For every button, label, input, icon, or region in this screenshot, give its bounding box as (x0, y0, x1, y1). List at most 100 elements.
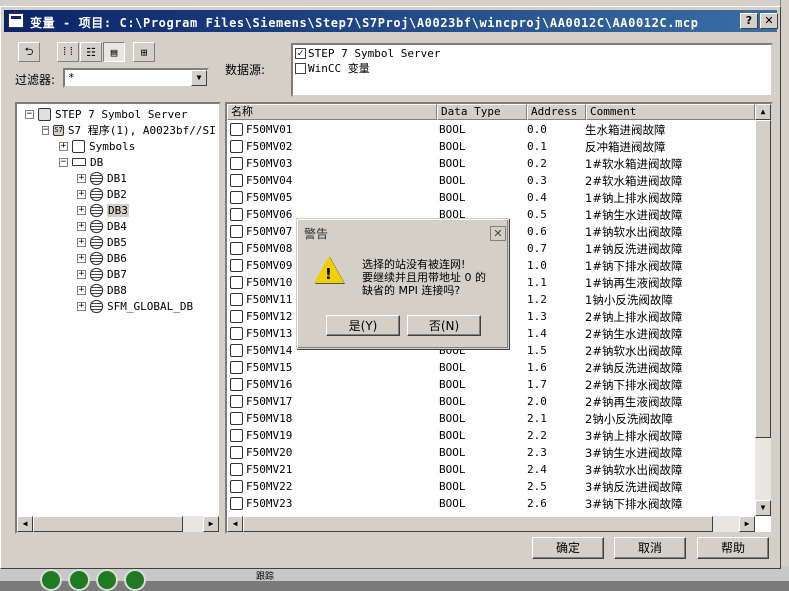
table-row[interactable]: F50MV20 BOOL 2.3 3#钠生水进阀故障 (227, 444, 753, 461)
cancel-button[interactable]: 取消 (614, 537, 686, 559)
cell-comment: 1#钠反洗进阀故障 (585, 241, 683, 256)
table-row[interactable]: F50MV05 BOOL 0.4 1#钠上排水阀故障 (227, 189, 753, 206)
scroll-down-button[interactable]: ▼ (755, 500, 771, 516)
dialog-title-bar[interactable]: 警告 ✕ (300, 222, 507, 244)
tree-node-db7[interactable]: + DB7 (25, 266, 215, 282)
scroll-thumb[interactable] (33, 516, 183, 532)
tree-node-label: DB (90, 155, 104, 169)
chevron-down-icon: ▼ (196, 73, 202, 82)
table-row[interactable]: F50MV16 BOOL 1.7 2#钠下排水阀故障 (227, 376, 753, 393)
tree-node-label: Symbols (89, 139, 136, 153)
expand-icon[interactable]: + (77, 269, 86, 279)
expand-icon[interactable]: + (59, 141, 68, 151)
table-row[interactable]: F50MV19 BOOL 2.2 3#钠上排水阀故障 (227, 427, 753, 444)
ok-button[interactable]: 确定 (532, 537, 604, 559)
expand-icon[interactable]: + (77, 253, 86, 263)
tree-node-root[interactable]: − STEP 7 Symbol Server (25, 106, 215, 122)
table-vertical-scrollbar[interactable]: ▲ ▼ (755, 104, 771, 516)
column-header-datatype[interactable]: Data Type (437, 104, 527, 120)
tree-node-db1[interactable]: + DB1 (25, 170, 215, 186)
checkbox-unchecked-icon[interactable] (295, 62, 306, 74)
table-row[interactable]: F50MV03 BOOL 0.2 1#软水箱进阀故障 (227, 155, 753, 172)
help-title-button[interactable]: ? (740, 13, 758, 29)
help-button[interactable]: 帮助 (697, 537, 769, 559)
table-row[interactable]: F50MV22 BOOL 2.5 3#钠反洗进阀故障 (227, 478, 753, 495)
details-view-button[interactable]: ▤ (103, 42, 125, 62)
dialog-message: 选择的站没有被连网! 要继续并且用带地址 0 的 缺省的 MPI 连接吗? (362, 258, 486, 297)
table-horizontal-scrollbar[interactable]: ◀ ▶ (227, 516, 755, 532)
collapse-icon[interactable]: − (25, 109, 34, 119)
expand-icon[interactable]: + (77, 285, 86, 295)
column-header-address[interactable]: Address (527, 104, 586, 120)
scroll-left-button[interactable]: ◀ (227, 516, 243, 532)
table-row[interactable]: F50MV17 BOOL 2.0 2#钠再生液阀故障 (227, 393, 753, 410)
table-row[interactable]: F50MV15 BOOL 1.6 2#钠反洗进阀故障 (227, 359, 753, 376)
expand-icon[interactable]: + (77, 205, 86, 215)
properties-button[interactable]: ⊞ (133, 42, 155, 62)
tree-node-program[interactable]: − S7 S7 程序(1), A0023bf//SI (25, 122, 216, 138)
scroll-left-button[interactable]: ◀ (17, 516, 33, 532)
tree-horizontal-scrollbar[interactable]: ◀ ▶ (17, 516, 219, 532)
cell-address: 1.7 (527, 378, 547, 391)
large-icons-view-button[interactable]: ⁞⁞ (57, 42, 79, 62)
tree-node-db5[interactable]: + DB5 (25, 234, 215, 250)
tree-node-sfm[interactable]: + SFM_GLOBAL_DB (25, 298, 215, 314)
data-block-icon (90, 187, 103, 201)
tag-name: F50MV07 (246, 225, 293, 238)
cell-address: 0.0 (527, 123, 547, 136)
datasource-item-wincc[interactable]: WinCC 变量 (295, 60, 370, 76)
arrow-up-icon: ▲ (760, 107, 766, 116)
scroll-right-button[interactable]: ▶ (739, 516, 755, 532)
tree-node-db[interactable]: − DB (25, 154, 215, 170)
data-block-icon (90, 235, 103, 249)
cell-name: F50MV04 (227, 174, 435, 187)
table-row[interactable]: F50MV23 BOOL 2.6 3#钠下排水阀故障 (227, 495, 753, 512)
cell-comment: 2#钠生水进阀故障 (585, 326, 683, 341)
collapse-icon[interactable]: − (59, 157, 68, 167)
column-header-comment[interactable]: Comment (586, 104, 755, 120)
cell-address: 1.5 (527, 344, 547, 357)
tag-name: F50MV21 (246, 463, 293, 476)
table-row[interactable]: F50MV21 BOOL 2.4 3#钠软水出阀故障 (227, 461, 753, 478)
filter-dropdown-button[interactable]: ▼ (191, 70, 207, 86)
tree-node-label: DB2 (107, 187, 127, 201)
tree-node-db2[interactable]: + DB2 (25, 186, 215, 202)
expand-icon[interactable]: + (77, 173, 86, 183)
checkbox-checked-icon[interactable]: ✓ (295, 48, 306, 59)
table-row[interactable]: F50MV18 BOOL 2.1 2钠小反洗阀故障 (227, 410, 753, 427)
tree-node-symbols[interactable]: + Symbols (25, 138, 215, 154)
expand-icon[interactable]: + (77, 237, 86, 247)
arrow-left-icon: ◀ (22, 519, 28, 528)
scroll-thumb[interactable] (755, 120, 771, 438)
tree-node-db8[interactable]: + DB8 (25, 282, 215, 298)
table-row[interactable]: F50MV02 BOOL 0.1 反冲箱进阀故障 (227, 138, 753, 155)
column-header-name[interactable]: 名称 (227, 104, 437, 120)
yes-button[interactable]: 是(Y) (326, 315, 400, 336)
title-bar[interactable]: 变量 - 项目: C:\Program Files\Siemens\Step7\… (4, 10, 778, 32)
tree-node-db6[interactable]: + DB6 (25, 250, 215, 266)
up-folder-button[interactable]: ⮌ (18, 42, 40, 62)
list-view-button[interactable]: ☷ (80, 42, 102, 62)
datasource-item-step7[interactable]: ✓ STEP 7 Symbol Server (295, 47, 440, 60)
scroll-up-button[interactable]: ▲ (755, 104, 771, 120)
tree-node-db4[interactable]: + DB4 (25, 218, 215, 234)
scroll-thumb[interactable] (243, 516, 713, 532)
tree-node-label-selected: DB3 (107, 203, 129, 217)
close-title-button[interactable]: ✕ (760, 13, 778, 29)
table-row[interactable]: F50MV04 BOOL 0.3 2#软水箱进阀故障 (227, 172, 753, 189)
expand-icon[interactable]: + (77, 189, 86, 199)
table-row[interactable]: F50MV01 BOOL 0.0 生水箱进阀故障 (227, 121, 753, 138)
scroll-right-button[interactable]: ▶ (203, 516, 219, 532)
cell-datatype: BOOL (439, 191, 466, 204)
arrow-right-icon: ▶ (208, 519, 214, 528)
cell-comment: 3#钠下排水阀故障 (585, 496, 683, 511)
expand-icon[interactable]: + (77, 301, 86, 311)
collapse-icon[interactable]: − (42, 125, 50, 135)
expand-icon[interactable]: + (77, 221, 86, 231)
tag-name: F50MV01 (246, 123, 293, 136)
tag-icon (230, 276, 243, 289)
dialog-close-button[interactable]: ✕ (490, 226, 506, 241)
no-button[interactable]: 否(N) (407, 315, 481, 336)
tree-node-db3[interactable]: + DB3 (25, 202, 215, 218)
filter-combo[interactable]: * ▼ (63, 68, 209, 88)
